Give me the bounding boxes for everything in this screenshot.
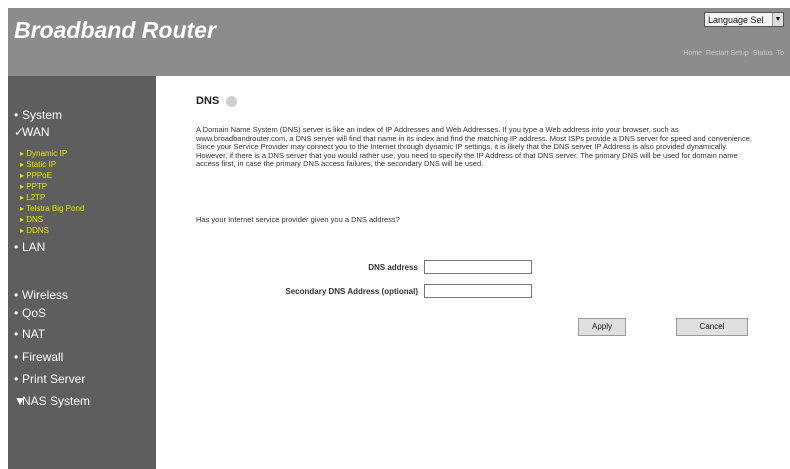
dns-address-input[interactable] — [424, 260, 532, 274]
page-title: DNS — [196, 95, 220, 107]
bullet-icon: • — [14, 288, 19, 302]
bullet-icon: • — [14, 327, 19, 341]
bullet-icon: ▼ — [14, 394, 26, 408]
check-icon: ✓ — [14, 125, 25, 139]
sidebar-item-qos[interactable]: • QoS — [14, 306, 46, 320]
top-link-status[interactable]: Status — [753, 50, 773, 57]
sidebar-item-label: System — [22, 108, 63, 122]
header-bar: Broadband Router Language Sel ▼ Home Res… — [8, 8, 790, 76]
sidebar-item-nas-system[interactable]: ▼NAS System — [14, 394, 90, 408]
sidebar-item-print-server[interactable]: • Print Server — [14, 372, 85, 386]
router-admin-page: Broadband Router Language Sel ▼ Home Res… — [0, 0, 790, 469]
sidebar-item-firewall[interactable]: • Firewall — [14, 350, 63, 364]
bullet-icon: • — [14, 350, 19, 364]
sidebar-item-nat[interactable]: • NAT — [14, 327, 45, 341]
sidebar-item-wireless[interactable]: • Wireless — [14, 288, 68, 302]
secondary-dns-input[interactable] — [424, 284, 532, 298]
bullet-icon: • — [14, 108, 19, 122]
dns-question: Has your Internet service provider given… — [196, 215, 400, 224]
submenu-item-dns[interactable]: ▸ DNS — [20, 215, 43, 224]
submenu-item-l2tp[interactable]: ▸ L2TP — [20, 193, 45, 202]
dns-description: A Domain Name System (DNS) server is lik… — [196, 125, 752, 169]
logo: Broadband Router — [14, 17, 216, 43]
secondary-dns-label: Secondary DNS Address (optional) — [285, 287, 418, 296]
submenu-item-telstra[interactable]: ▸ Telstra Big Pond — [20, 204, 84, 213]
language-select[interactable]: Language Sel ▼ — [704, 12, 784, 27]
top-link-home[interactable]: Home — [683, 50, 702, 57]
help-icon[interactable] — [226, 96, 237, 107]
submenu-item-dynamic-ip[interactable]: ▸ Dynamic IP — [20, 149, 67, 158]
sidebar-item-lan[interactable]: • LAN — [14, 240, 45, 254]
apply-button[interactable]: Apply — [578, 318, 626, 336]
top-links: Home Restart Setup Status To — [681, 50, 784, 57]
top-link-restart[interactable]: Restart Setup — [706, 50, 749, 57]
language-select-label: Language Sel — [708, 15, 764, 25]
sidebar-item-wan[interactable]: ✓WAN — [14, 125, 50, 139]
bullet-icon: • — [14, 240, 19, 254]
top-link-tools[interactable]: To — [777, 50, 784, 57]
sidebar-item-label: WAN — [22, 125, 50, 139]
submenu-item-static-ip[interactable]: ▸ Static IP — [20, 160, 56, 169]
bullet-icon: • — [14, 372, 19, 386]
cancel-button[interactable]: Cancel — [676, 318, 748, 336]
bullet-icon: • — [14, 306, 19, 320]
submenu-item-pppoe[interactable]: ▸ PPPoE — [20, 171, 52, 180]
submenu-item-ddns[interactable]: ▸ DDNS — [20, 226, 49, 235]
dns-address-label: DNS address — [368, 263, 418, 272]
sidebar-item-system[interactable]: • System — [14, 108, 62, 122]
submenu-item-pptp[interactable]: ▸ PPTP — [20, 182, 47, 191]
chevron-down-icon: ▼ — [772, 13, 783, 26]
